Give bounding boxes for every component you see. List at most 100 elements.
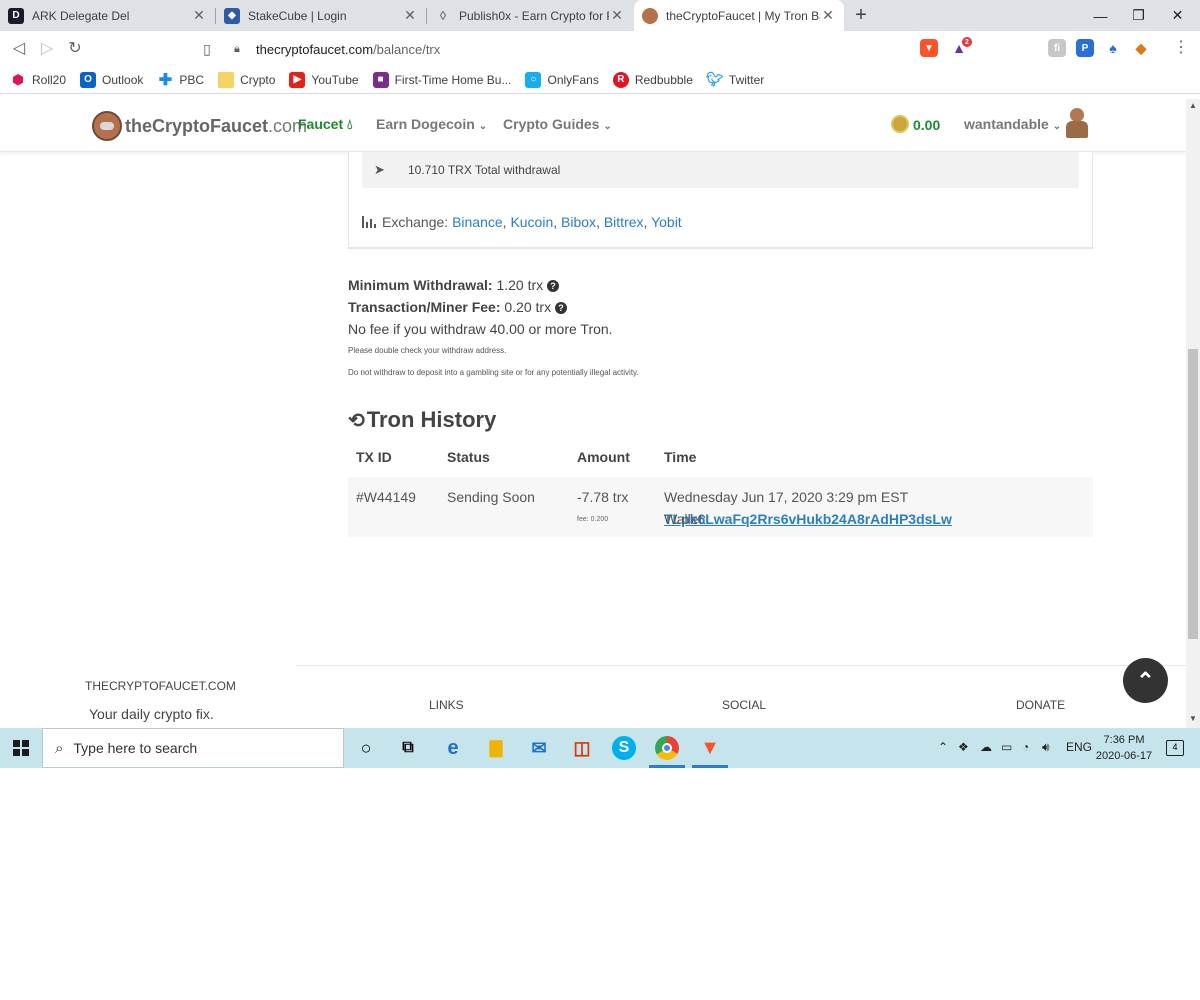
drop-icon: ◊ xyxy=(439,8,447,23)
history-title-text: Tron History xyxy=(366,407,497,432)
user-menu[interactable]: wantandable ⌄ xyxy=(964,116,1061,132)
bookmark-label: YouTube xyxy=(311,72,359,87)
paper-plane-icon: ➤ xyxy=(374,162,385,177)
site-logo[interactable]: theCryptoFaucet.com xyxy=(92,111,307,141)
nav-earn-dogecoin[interactable]: Earn Dogecoin ⌄ xyxy=(376,116,487,132)
office-icon[interactable]: ◫ xyxy=(570,736,594,760)
cortana-icon[interactable]: ○ xyxy=(354,736,378,760)
min-withdrawal-label: Minimum Withdrawal: xyxy=(348,277,493,293)
close-icon[interactable]: ✕ xyxy=(402,7,418,24)
close-icon[interactable]: ✕ xyxy=(820,7,836,24)
wifi-icon[interactable]: ◔ xyxy=(1022,740,1029,754)
bookmark-label: PBC xyxy=(179,72,205,87)
brave-shield-icon[interactable]: ▼ xyxy=(920,39,938,57)
bookmark-youtube[interactable]: ▶ YouTube xyxy=(289,71,359,88)
scroll-down-icon[interactable]: ▼ xyxy=(1186,712,1200,726)
onedrive-icon[interactable]: ☁ xyxy=(980,740,992,754)
column-header-amount: Amount xyxy=(577,449,630,465)
footer-divider xyxy=(296,665,1186,666)
chevron-down-icon: ⌄ xyxy=(478,121,488,132)
close-icon[interactable]: ✕ xyxy=(609,7,625,24)
address-bar[interactable]: 🔒︎ thecryptofaucet.com/balance/trx xyxy=(228,35,974,63)
withdrawal-info: Minimum Withdrawal: 1.20 trx ? Transacti… xyxy=(348,274,1048,384)
reload-icon[interactable]: ↻ xyxy=(64,38,86,60)
edge-icon[interactable]: e xyxy=(441,736,465,760)
tab-publish0x[interactable]: ◊ Publish0x - Earn Crypto for Publish ✕ xyxy=(427,0,633,31)
exchange-label: Exchange: xyxy=(382,214,449,230)
tab-stakecube[interactable]: ◆ StakeCube | Login ✕ xyxy=(216,0,426,31)
exchange-link-bittrex[interactable]: Bittrex xyxy=(604,214,644,230)
brave-icon[interactable]: ▼ xyxy=(698,736,722,760)
mail-icon[interactable]: ✉ xyxy=(527,736,551,760)
tab-title: StakeCube | Login xyxy=(248,8,347,23)
wallet-address-link[interactable]: TLpk6LwaFq2Rrs6vHukb24A8rAdHP3dsLw xyxy=(664,511,952,527)
min-withdrawal-value: 1.20 trx xyxy=(496,277,544,293)
exchange-link-binance[interactable]: Binance xyxy=(452,214,503,230)
bookmark-pbc[interactable]: ✚ PBC xyxy=(157,72,205,89)
exchange-link-yobit[interactable]: Yobit xyxy=(651,214,682,230)
bookmark-icon[interactable]: ▯ xyxy=(196,38,218,60)
forward-icon[interactable]: ▷ xyxy=(36,38,58,60)
bookmark-twitter[interactable]: 🐦︎ Twitter xyxy=(706,71,765,88)
scrollbar-thumb[interactable] xyxy=(1188,349,1198,639)
page-viewport[interactable]: theCryptoFaucet.com Faucet 💧︎ Earn Dogec… xyxy=(0,99,1186,728)
chrome-icon[interactable] xyxy=(655,736,679,760)
logo-bold: theCryptoFaucet xyxy=(125,115,269,136)
exchange-link-kucoin[interactable]: Kucoin xyxy=(510,214,553,230)
twitter-icon: 🐦︎ xyxy=(706,71,724,87)
nav-crypto-guides[interactable]: Crypto Guides ⌄ xyxy=(503,116,612,132)
tab-thecryptofaucet[interactable]: theCryptoFaucet | My Tron Balance ✕ xyxy=(634,0,844,31)
close-icon[interactable]: ✕ xyxy=(191,7,207,24)
bookmark-onlyfans[interactable]: ○ OnlyFans xyxy=(525,71,599,88)
column-header-time: Time xyxy=(664,449,697,465)
footer-tagline: Your daily crypto fix. xyxy=(89,706,214,722)
help-icon[interactable]: ? xyxy=(554,302,567,314)
metamask-icon[interactable]: ◆ xyxy=(1132,39,1150,57)
page-scrollbar[interactable]: ▲ ▼ xyxy=(1186,99,1200,728)
battery-icon[interactable]: ▭ xyxy=(1001,740,1012,754)
extension-icon[interactable]: fi xyxy=(1048,39,1066,57)
tab-ark[interactable]: D ARK Delegate Del ✕ xyxy=(0,0,215,31)
show-hidden-icons[interactable]: ⌃ xyxy=(938,740,948,754)
bookmark-outlook[interactable]: O Outlook xyxy=(80,71,143,88)
table-row: #W44149 Sending Soon -7.78 trx fee: 0.20… xyxy=(348,477,1093,537)
balance-amount[interactable]: 0.00 xyxy=(913,117,940,133)
back-icon[interactable]: ◁ xyxy=(8,38,30,60)
scroll-up-icon[interactable]: ▲ xyxy=(1186,99,1200,113)
language-indicator[interactable]: ENG xyxy=(1066,740,1092,754)
bookmark-roll20[interactable]: ⬢ Roll20 xyxy=(10,72,66,88)
footer-social-heading: SOCIAL xyxy=(722,698,767,712)
dropbox-icon[interactable]: ❖ xyxy=(958,740,969,754)
taskbar-clock[interactable]: 7:36 PM 2020-06-17 xyxy=(1095,732,1153,764)
file-explorer-icon[interactable]: ▇ xyxy=(484,736,508,760)
start-button[interactable] xyxy=(0,728,42,768)
exchange-link-bibox[interactable]: Bibox xyxy=(561,214,596,230)
extension-p-icon[interactable]: P xyxy=(1076,39,1094,57)
new-tab-button[interactable]: + xyxy=(850,4,872,26)
scroll-to-top-button[interactable]: ⌃ xyxy=(1123,658,1168,703)
help-icon[interactable]: ? xyxy=(547,280,560,292)
avatar[interactable] xyxy=(1066,108,1088,138)
menu-icon[interactable]: ⋮ xyxy=(1170,37,1192,59)
min-withdrawal: Minimum Withdrawal: 1.20 trx ? xyxy=(348,274,1048,296)
bookmark-redbubble[interactable]: R Redbubble xyxy=(612,71,693,88)
ark-icon: D xyxy=(8,7,24,24)
clock-time: 7:36 PM xyxy=(1103,734,1145,746)
extension-wing-icon[interactable]: ♠ xyxy=(1104,39,1122,57)
taskbar-search[interactable]: ⌕ Type here to search xyxy=(42,728,344,768)
nav-faucet[interactable]: Faucet 💧︎ xyxy=(298,116,353,133)
task-view-icon[interactable]: ⧉ xyxy=(396,736,420,760)
notification-icon[interactable]: 4 xyxy=(1166,740,1184,756)
history-icon: ⟲ xyxy=(348,410,365,432)
shield-icon: ◆ xyxy=(224,7,240,24)
skype-icon[interactable]: S xyxy=(612,736,636,760)
volume-icon[interactable]: 🔊︎ xyxy=(1042,740,1050,755)
bookmark-first-time-home[interactable]: ■ First-Time Home Bu... xyxy=(372,71,511,88)
url-text: thecryptofaucet.com/balance/trx xyxy=(256,42,440,57)
close-window-icon[interactable]: ✕ xyxy=(1155,0,1200,31)
tx-amount: -7.78 trx xyxy=(577,489,629,505)
water-drop-icon: 💧︎ xyxy=(347,116,353,132)
bookmark-label: Twitter xyxy=(728,72,765,87)
url-domain: thecryptofaucet.com xyxy=(256,41,374,57)
bookmark-crypto[interactable]: Crypto xyxy=(218,71,275,88)
